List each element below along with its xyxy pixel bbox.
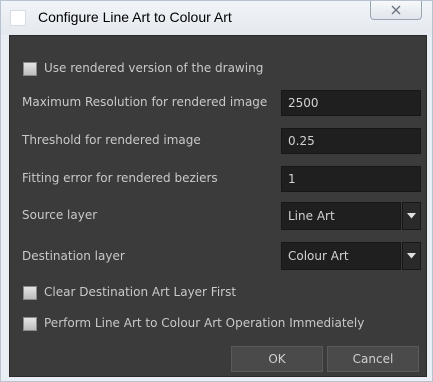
max-resolution-label: Maximum Resolution for rendered image <box>22 95 268 109</box>
destination-layer-label: Destination layer <box>22 249 125 263</box>
dialog-body: Use rendered version of the drawing Maxi… <box>9 35 427 377</box>
dialog-window: Configure Line Art to Colour Art Use ren… <box>0 0 433 382</box>
source-layer-dropdown-button[interactable] <box>402 202 421 230</box>
source-layer-select[interactable]: Line Art <box>281 202 401 230</box>
close-icon <box>391 5 401 15</box>
chevron-down-icon <box>407 253 416 259</box>
perform-immediately-checkbox[interactable] <box>23 317 37 331</box>
use-rendered-checkbox[interactable] <box>23 62 37 76</box>
max-resolution-input[interactable]: 2500 <box>281 90 421 116</box>
fitting-error-label: Fitting error for rendered beziers <box>22 171 218 185</box>
window-title: Configure Line Art to Colour Art <box>38 9 232 25</box>
clear-destination-checkbox[interactable] <box>23 286 37 300</box>
cancel-button[interactable]: Cancel <box>327 346 419 372</box>
use-rendered-label[interactable]: Use rendered version of the drawing <box>44 61 263 75</box>
chevron-down-icon <box>407 213 416 219</box>
threshold-input[interactable]: 0.25 <box>281 128 421 154</box>
fitting-error-input[interactable]: 1 <box>281 166 421 192</box>
clear-destination-label[interactable]: Clear Destination Art Layer First <box>44 285 236 299</box>
ok-button[interactable]: OK <box>231 346 323 372</box>
threshold-label: Threshold for rendered image <box>22 133 201 147</box>
source-layer-label: Source layer <box>22 208 98 222</box>
perform-immediately-label[interactable]: Perform Line Art to Colour Art Operation… <box>44 316 364 330</box>
destination-layer-dropdown-button[interactable] <box>402 242 421 270</box>
title-bar[interactable]: Configure Line Art to Colour Art <box>1 1 432 35</box>
close-button[interactable] <box>370 1 422 20</box>
app-icon <box>10 10 26 26</box>
destination-layer-select[interactable]: Colour Art <box>281 242 401 270</box>
